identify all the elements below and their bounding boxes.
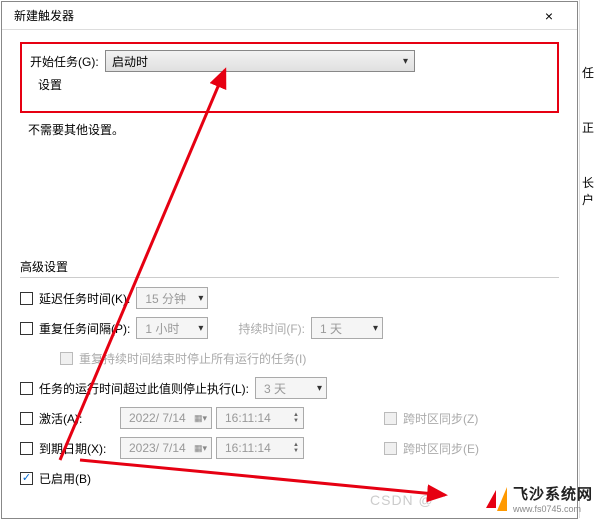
- chevron-down-icon: ▾: [403, 56, 408, 67]
- expire-checkbox[interactable]: [20, 442, 33, 455]
- begin-task-label: 开始任务(G):: [30, 53, 105, 70]
- stop-all-label: 重复持续时间结束时停止所有运行的任务(I): [79, 350, 306, 367]
- brand-name: 飞沙系统网: [513, 483, 593, 504]
- highlight-box-top: 开始任务(G): 启动时 ▾ 设置: [20, 42, 559, 113]
- brand-url: www.fs0745.com: [513, 504, 581, 514]
- close-icon: ×: [545, 8, 553, 24]
- expire-date[interactable]: 2023/ 7/14 ▦▾: [120, 437, 212, 459]
- csdn-watermark: CSDN @: [370, 492, 434, 508]
- side-item: 长户: [580, 170, 603, 212]
- duration-combo[interactable]: 1 天 ▾: [311, 317, 383, 339]
- side-item: 任: [580, 60, 603, 85]
- settings-section-label: 设置: [38, 76, 549, 93]
- stop-all-checkbox: [60, 352, 73, 365]
- brand-watermark: 飞沙系统网 www.fs0745.com: [486, 483, 593, 514]
- activate-checkbox[interactable]: [20, 412, 33, 425]
- repeat-checkbox[interactable]: [20, 322, 33, 335]
- calendar-icon: ▦▾: [194, 443, 207, 454]
- chevron-down-icon: ▾: [198, 293, 203, 304]
- stop-after-checkbox[interactable]: [20, 382, 33, 395]
- delay-combo[interactable]: 15 分钟 ▾: [136, 287, 208, 309]
- activate-time[interactable]: 16:11:14 ▲▼: [216, 407, 304, 429]
- spinner-icon: ▲▼: [293, 442, 299, 454]
- brand-logo-icon: [486, 487, 507, 511]
- stop-after-combo[interactable]: 3 天 ▾: [255, 377, 327, 399]
- activate-date[interactable]: 2022/ 7/14 ▦▾: [120, 407, 212, 429]
- titlebar: 新建触发器 ×: [2, 2, 577, 30]
- chevron-down-icon: ▾: [373, 323, 378, 334]
- chevron-down-icon: ▾: [198, 323, 203, 334]
- begin-task-dropdown[interactable]: 启动时 ▾: [105, 50, 415, 72]
- window-title: 新建触发器: [10, 7, 74, 24]
- enabled-checkbox[interactable]: [20, 472, 33, 485]
- delay-label: 延迟任务时间(K):: [39, 290, 130, 307]
- close-button[interactable]: ×: [529, 2, 569, 30]
- tz-sync2-label: 跨时区同步(E): [403, 440, 479, 457]
- tz-sync1-label: 跨时区同步(Z): [403, 410, 478, 427]
- delay-checkbox[interactable]: [20, 292, 33, 305]
- spinner-icon: ▲▼: [293, 412, 299, 424]
- advanced-section-title: 高级设置: [20, 258, 559, 278]
- info-text: 不需要其他设置。: [28, 121, 559, 138]
- chevron-down-icon: ▾: [317, 383, 322, 394]
- expire-label: 到期日期(X):: [39, 440, 114, 457]
- activate-label: 激活(A):: [39, 410, 114, 427]
- stop-after-label: 任务的运行时间超过此值则停止执行(L):: [39, 380, 249, 397]
- trigger-dialog: 新建触发器 × 开始任务(G): 启动时 ▾ 设置 不需要其他设置。 高级设置 …: [1, 1, 578, 519]
- tz-sync1-checkbox: [384, 412, 397, 425]
- dialog-content: 开始任务(G): 启动时 ▾ 设置 不需要其他设置。 高级设置 延迟任务时间(K…: [2, 30, 577, 508]
- begin-task-value: 启动时: [112, 53, 148, 70]
- enabled-label: 已启用(B): [39, 470, 91, 487]
- repeat-label: 重复任务间隔(P):: [39, 320, 130, 337]
- calendar-icon: ▦▾: [194, 413, 207, 424]
- duration-label: 持续时间(F):: [238, 320, 305, 337]
- expire-time[interactable]: 16:11:14 ▲▼: [216, 437, 304, 459]
- right-panel: 任 正 长户: [579, 0, 603, 518]
- repeat-combo[interactable]: 1 小时 ▾: [136, 317, 208, 339]
- side-item: 正: [580, 115, 603, 140]
- tz-sync2-checkbox: [384, 442, 397, 455]
